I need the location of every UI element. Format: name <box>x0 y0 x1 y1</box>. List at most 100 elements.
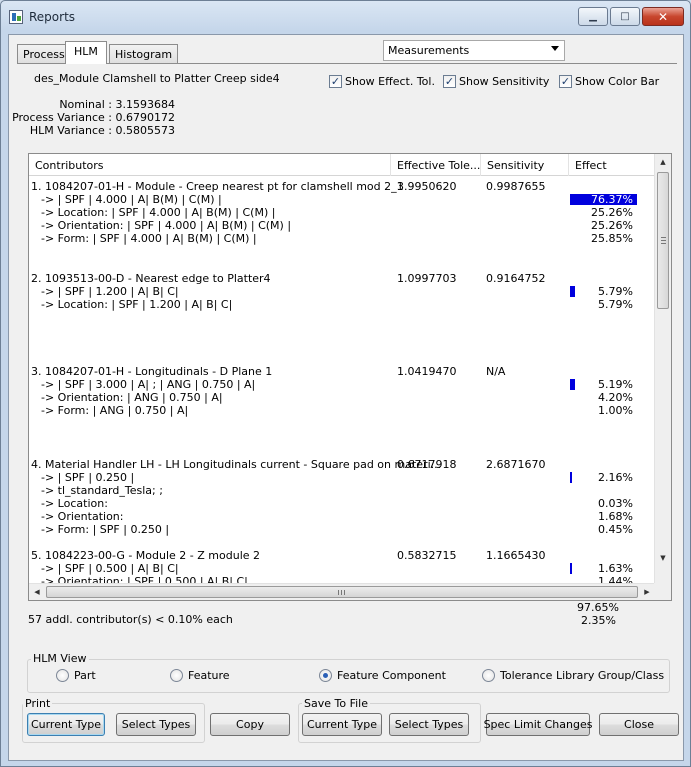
window-close-button[interactable]: ✕ <box>642 7 684 26</box>
scroll-right-icon[interactable]: ▶ <box>639 584 655 600</box>
sensitivity-value: 2.6871670 <box>486 458 546 471</box>
save-select-types-button[interactable]: Select Types <box>389 713 469 736</box>
radio-label: Feature <box>188 669 230 682</box>
show-color-bar-checkbox[interactable]: ✓ Show Color Bar <box>559 75 659 88</box>
save-to-file-label: Save To File <box>302 697 370 710</box>
reports-app-icon <box>9 10 23 24</box>
sensitivity-value: N/A <box>486 365 506 378</box>
contributor-detail: -> Form: | ANG | 0.750 | A| <box>41 404 189 417</box>
addl-effect-pct: 2.35% <box>581 614 616 627</box>
radio-label: Part <box>74 669 96 682</box>
print-current-type-button[interactable]: Current Type <box>27 713 105 736</box>
print-group-label: Print <box>23 697 53 710</box>
maximize-icon: □ <box>620 11 630 22</box>
print-select-types-button[interactable]: Select Types <box>116 713 196 736</box>
report-panel: Process HLM Histogram Measurements des_M… <box>8 34 684 761</box>
effect-value: 2.16% <box>598 471 633 484</box>
contributor-detail: -> | SPF | 0.250 | <box>41 471 135 484</box>
minimize-icon: ▁ <box>589 11 597 22</box>
detail-effect-value: 25.26% <box>591 206 633 219</box>
tab-histogram[interactable]: Histogram <box>109 44 179 63</box>
close-button[interactable]: Close <box>599 713 679 736</box>
contributor-detail: -> | SPF | 0.500 | A| B| C| <box>41 562 179 575</box>
tab-process[interactable]: Process <box>17 44 71 63</box>
checkbox-label: Show Color Bar <box>575 75 660 88</box>
effect-value: 76.37% <box>591 193 633 206</box>
contributor-detail: -> Location: | SPF | 1.200 | A| B| C| <box>41 298 233 311</box>
effective-tolerance-value: 0.6717918 <box>397 458 457 471</box>
sensitivity-value: 1.1665430 <box>486 549 546 562</box>
contributor-title[interactable]: 1. 1084207-01-H - Module - Creep nearest… <box>31 180 404 193</box>
contributor-detail: -> | SPF | 4.000 | A| B(M) | C(M) | <box>41 193 222 206</box>
detail-effect-value: 25.85% <box>591 232 633 245</box>
checkbox-label: Show Effect. Tol. <box>345 75 435 88</box>
detail-effect-value: 1.00% <box>598 404 633 417</box>
radio-feature-component[interactable]: Feature Component <box>319 669 446 682</box>
effect-value: 1.63% <box>598 562 633 575</box>
chevron-down-icon <box>551 46 559 51</box>
radio-feature[interactable]: Feature <box>170 669 230 682</box>
hlm-view-label: HLM View <box>31 652 89 665</box>
radio-label: Tolerance Library Group/Class <box>500 669 665 682</box>
checkbox-label: Show Sensitivity <box>459 75 550 88</box>
effective-tolerance-value: 3.9950620 <box>397 180 457 193</box>
radio-label: Feature Component <box>337 669 446 682</box>
copy-button[interactable]: Copy <box>210 713 290 736</box>
save-current-type-button[interactable]: Current Type <box>302 713 382 736</box>
detail-effect-value: 4.20% <box>598 391 633 404</box>
contributor-title[interactable]: 2. 1093513-00-D - Nearest edge to Platte… <box>31 272 271 285</box>
contributor-detail: -> Form: | SPF | 4.000 | A| B(M) | C(M) … <box>41 232 257 245</box>
show-effect-tol-checkbox[interactable]: ✓ Show Effect. Tol. <box>329 75 435 88</box>
contributor-title[interactable]: 4. Material Handler LH - LH Longitudinal… <box>31 458 441 471</box>
nominal-value: Nominal : 3.1593684 <box>59 98 175 111</box>
scroll-up-icon[interactable]: ▲ <box>655 154 671 170</box>
total-effect-pct: 97.65% <box>577 601 619 614</box>
checkbox-checked-icon: ✓ <box>559 75 572 88</box>
contributor-title[interactable]: 5. 1084223-00-G - Module 2 - Z module 2 <box>31 549 260 562</box>
measurements-dropdown[interactable]: Measurements <box>383 40 565 61</box>
tab-hlm[interactable]: HLM <box>65 41 107 64</box>
radio-part[interactable]: Part <box>56 669 96 682</box>
scroll-down-icon[interactable]: ▼ <box>655 550 671 566</box>
effective-tolerance-value: 0.5832715 <box>397 549 457 562</box>
contributors-table[interactable]: Contributors Effective Tole... Sensitivi… <box>28 153 672 601</box>
minimize-button[interactable]: ▁ <box>578 7 608 26</box>
detail-effect-value: 5.79% <box>598 298 633 311</box>
scroll-left-icon[interactable]: ◀ <box>29 584 45 600</box>
addl-contributors-text: 57 addl. contributor(s) < 0.10% each <box>28 613 233 626</box>
feature-name: des_Module Clamshell to Platter Creep si… <box>34 72 280 85</box>
radio-unselected-icon <box>170 669 183 682</box>
effective-tolerance-value: 1.0419470 <box>397 365 457 378</box>
maximize-button[interactable]: □ <box>610 7 640 26</box>
spec-limit-changes-button[interactable]: Spec Limit Changes <box>484 713 592 736</box>
checkbox-checked-icon: ✓ <box>329 75 342 88</box>
contributor-detail: -> Location: <box>41 497 108 510</box>
hlm-variance: HLM Variance : 0.5805573 <box>29 124 175 137</box>
effective-tolerance-value: 1.0997703 <box>397 272 457 285</box>
show-sensitivity-checkbox[interactable]: ✓ Show Sensitivity <box>443 75 549 88</box>
column-header-sensitivity[interactable]: Sensitivity <box>481 154 569 176</box>
vertical-scrollbar[interactable]: ▲ ▼ <box>654 154 671 584</box>
horizontal-scrollbar[interactable]: ◀ ▶ <box>29 583 655 600</box>
dropdown-value: Measurements <box>388 44 470 57</box>
detail-effect-value: 25.26% <box>591 219 633 232</box>
checkbox-checked-icon: ✓ <box>443 75 456 88</box>
detail-effect-value: 0.45% <box>598 523 633 536</box>
process-variance: Process Variance : 0.6790172 <box>12 111 175 124</box>
title-bar[interactable]: Reports ▁ □ ✕ <box>1 1 690 35</box>
column-header-effect[interactable]: Effect <box>569 154 655 176</box>
vertical-scroll-thumb[interactable] <box>657 172 669 309</box>
contributor-title[interactable]: 3. 1084207-01-H - Longitudinals - D Plan… <box>31 365 272 378</box>
sensitivity-value: 0.9164752 <box>486 272 546 285</box>
contributor-detail: -> tl_standard_Tesla; ; <box>41 484 163 497</box>
column-header-effective-tolerance[interactable]: Effective Tole... <box>391 154 481 176</box>
radio-tolerance-library-group[interactable]: Tolerance Library Group/Class <box>482 669 664 682</box>
radio-unselected-icon <box>56 669 69 682</box>
contributor-detail: -> | SPF | 1.200 | A| B| C| <box>41 285 179 298</box>
window-title: Reports <box>29 10 76 24</box>
radio-selected-icon <box>319 669 332 682</box>
column-header-contributors[interactable]: Contributors <box>29 154 391 176</box>
effect-value: 5.79% <box>598 285 633 298</box>
horizontal-scroll-thumb[interactable] <box>46 586 638 598</box>
contributor-detail: -> Orientation: | ANG | 0.750 | A| <box>41 391 223 404</box>
